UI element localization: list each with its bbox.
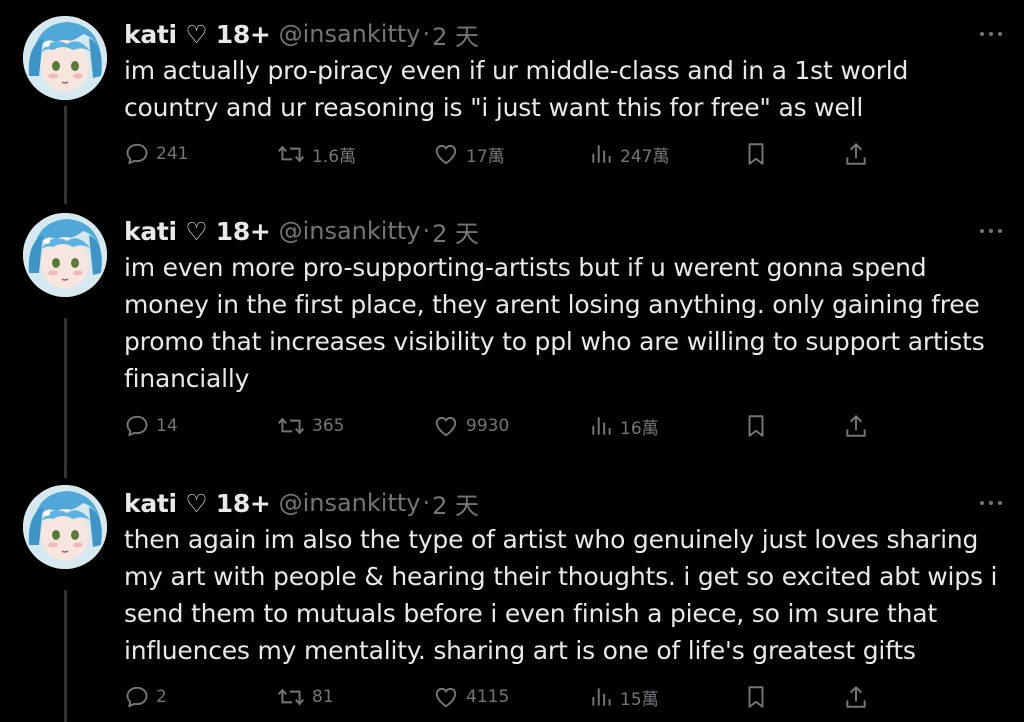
avatar[interactable] (23, 213, 107, 297)
reply-count: 241 (156, 144, 189, 164)
share-icon (844, 684, 868, 710)
retweet-icon (276, 413, 306, 439)
like-button[interactable]: 17萬 (432, 139, 505, 169)
reply-button[interactable]: 14 (124, 411, 178, 441)
retweet-button[interactable]: 81 (276, 682, 334, 712)
views-icon (590, 684, 614, 710)
share-icon (844, 141, 868, 167)
retweet-count: 365 (312, 416, 345, 436)
tweet[interactable]: kati ♡ 18+ @insankitty · 2 天 then again … (0, 485, 1024, 722)
display-name[interactable]: kati ♡ 18+ (124, 20, 271, 49)
retweet-button[interactable]: 365 (276, 411, 344, 441)
bookmark-button[interactable] (744, 139, 768, 169)
action-bar: 14 365 9930 16萬 (124, 411, 884, 441)
views-icon (590, 413, 614, 439)
heart-icon (432, 413, 460, 439)
more-icon[interactable] (980, 493, 1002, 513)
like-count: 9930 (466, 416, 510, 436)
like-button[interactable]: 4115 (432, 682, 509, 712)
views-count: 15萬 (620, 689, 659, 710)
views-icon (590, 141, 614, 167)
views-count: 16萬 (620, 418, 659, 439)
bookmark-icon (744, 684, 768, 710)
tweet-header: kati ♡ 18+ @insankitty · 2 天 (124, 16, 479, 52)
like-button[interactable]: 9930 (432, 411, 509, 441)
bookmark-button[interactable] (744, 682, 768, 712)
bookmark-button[interactable] (744, 411, 768, 441)
heart-icon (432, 684, 460, 710)
share-button[interactable] (844, 411, 868, 441)
separator: · (422, 20, 431, 48)
tweet[interactable]: kati ♡ 18+ @insankitty · 2 天 im actually… (0, 16, 1024, 186)
handle[interactable]: @insankitty (279, 217, 421, 245)
separator: · (422, 489, 431, 517)
avatar[interactable] (23, 16, 107, 100)
tweet-text: im actually pro-piracy even if ur middle… (124, 56, 909, 122)
timestamp[interactable]: 2 天 (432, 486, 479, 521)
tweet-text: then again im also the type of artist wh… (124, 525, 998, 665)
share-button[interactable] (844, 139, 868, 169)
views-button[interactable]: 15萬 (590, 682, 659, 712)
timestamp[interactable]: 2 天 (432, 17, 479, 52)
more-icon[interactable] (980, 24, 1002, 44)
share-icon (844, 413, 868, 439)
bookmark-icon (744, 413, 768, 439)
reply-icon (124, 141, 150, 167)
display-name[interactable]: kati ♡ 18+ (124, 217, 271, 246)
action-bar: 2 81 4115 15萬 (124, 682, 884, 712)
retweet-count: 1.6萬 (312, 146, 357, 167)
views-button[interactable]: 16萬 (590, 411, 659, 441)
reply-count: 14 (156, 416, 178, 436)
tweet-header: kati ♡ 18+ @insankitty · 2 天 (124, 213, 479, 249)
handle[interactable]: @insankitty (279, 489, 421, 517)
handle[interactable]: @insankitty (279, 20, 421, 48)
separator: · (422, 217, 431, 245)
reply-button[interactable]: 241 (124, 139, 188, 169)
more-icon[interactable] (980, 221, 1002, 241)
avatar[interactable] (23, 485, 107, 569)
reply-button[interactable]: 2 (124, 682, 167, 712)
reply-icon (124, 413, 150, 439)
share-button[interactable] (844, 682, 868, 712)
views-count: 247萬 (620, 146, 670, 167)
timestamp[interactable]: 2 天 (432, 214, 479, 249)
like-count: 17萬 (466, 146, 505, 167)
tweet[interactable]: kati ♡ 18+ @insankitty · 2 天 im even mor… (0, 213, 1024, 453)
retweet-icon (276, 141, 306, 167)
views-button[interactable]: 247萬 (590, 139, 669, 169)
bookmark-icon (744, 141, 768, 167)
tweet-header: kati ♡ 18+ @insankitty · 2 天 (124, 485, 479, 521)
like-count: 4115 (466, 687, 510, 707)
heart-icon (432, 141, 460, 167)
tweet-text: im even more pro-supporting-artists but … (124, 253, 985, 393)
action-bar: 241 1.6萬 17萬 247萬 (124, 139, 884, 169)
reply-icon (124, 684, 150, 710)
display-name[interactable]: kati ♡ 18+ (124, 489, 271, 518)
reply-count: 2 (156, 687, 167, 707)
retweet-count: 81 (312, 687, 334, 707)
retweet-icon (276, 684, 306, 710)
retweet-button[interactable]: 1.6萬 (276, 139, 356, 169)
